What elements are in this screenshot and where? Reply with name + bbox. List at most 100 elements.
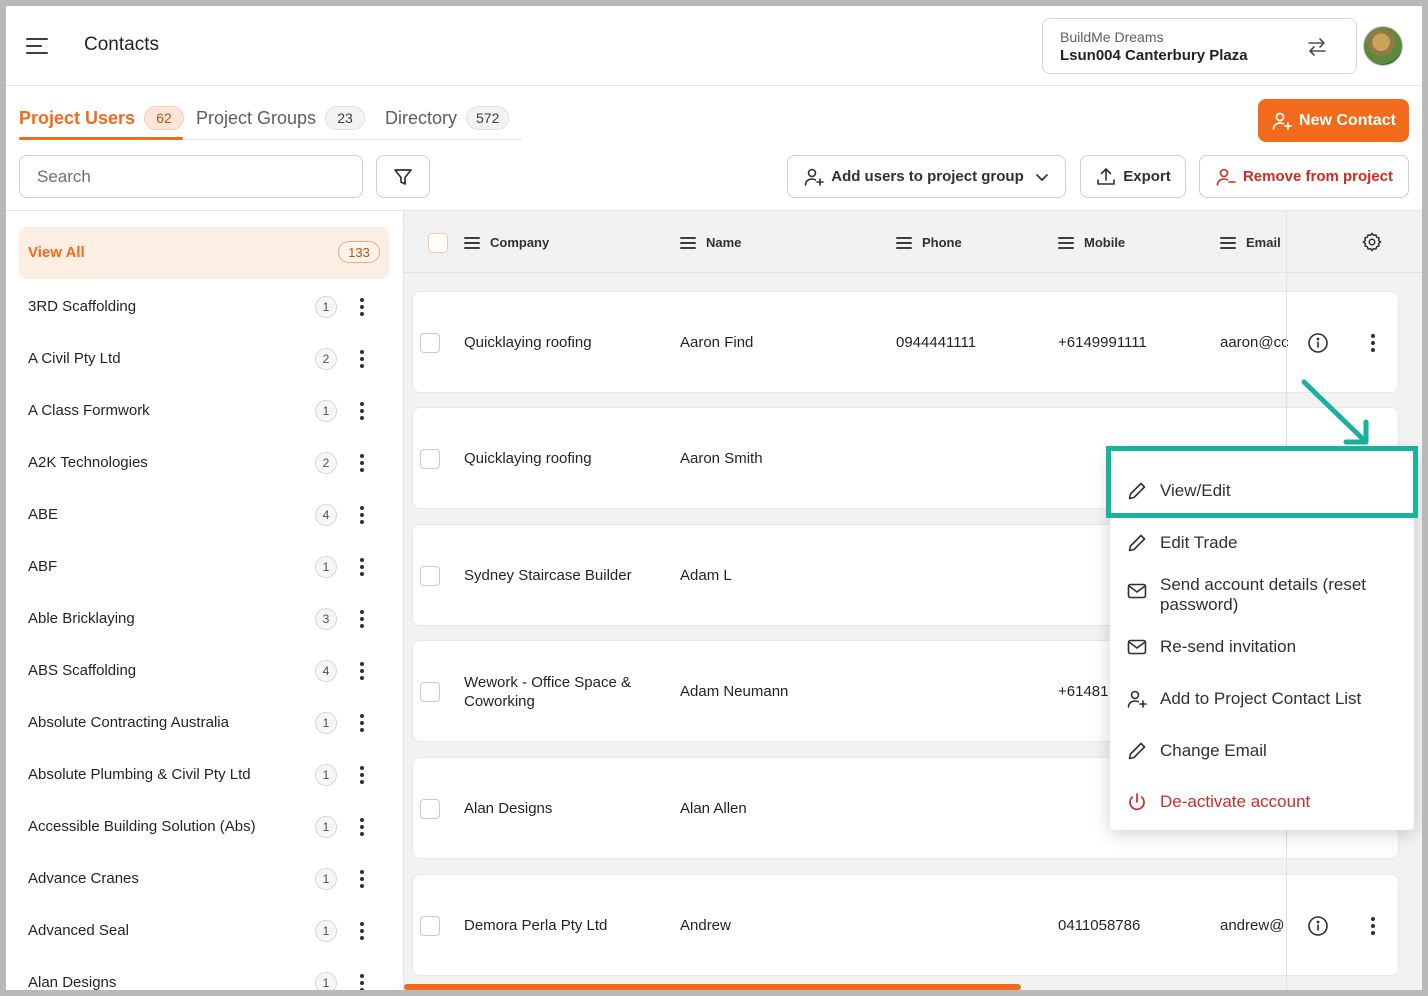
tab-project-users[interactable]: Project Users 62 <box>19 106 185 130</box>
project-org: BuildMe Dreams <box>1060 29 1164 45</box>
sidebar-item[interactable]: Advance Cranes 1 <box>19 853 389 905</box>
menu-item-deactivate-account[interactable]: De-activate account <box>1126 792 1406 813</box>
info-icon[interactable] <box>1307 332 1329 354</box>
new-contact-label: New Contact <box>1299 111 1396 129</box>
more-icon[interactable] <box>355 294 369 320</box>
sidebar-item[interactable]: ABE 4 <box>19 489 389 541</box>
sidebar-item[interactable]: A2K Technologies 2 <box>19 437 389 489</box>
tab-count: 62 <box>144 106 185 130</box>
avatar[interactable] <box>1363 26 1403 66</box>
sidebar-item[interactable]: Alan Designs 1 <box>19 957 389 990</box>
sidebar-item-count: 4 <box>315 504 337 526</box>
select-all-checkbox[interactable] <box>428 233 448 253</box>
table-row[interactable]: Quicklaying roofing Aaron Find 094444111… <box>412 291 1399 393</box>
column-header-email[interactable]: Email <box>1220 235 1281 250</box>
menu-item-edit-trade[interactable]: Edit Trade <box>1126 533 1406 554</box>
more-icon[interactable] <box>355 814 369 840</box>
sidebar-item-view-all[interactable]: View All 133 <box>19 227 389 279</box>
column-header-mobile[interactable]: Mobile <box>1058 235 1125 250</box>
more-icon[interactable] <box>355 450 369 476</box>
filter-button[interactable] <box>376 155 430 198</box>
menu-icon[interactable] <box>25 36 49 56</box>
sidebar-item-count: 4 <box>315 660 337 682</box>
new-contact-button[interactable]: New Contact <box>1258 99 1409 142</box>
row-more-icon[interactable] <box>1366 330 1380 356</box>
export-button[interactable]: Export <box>1080 155 1186 198</box>
cell-name: Andrew <box>680 917 731 934</box>
more-icon[interactable] <box>355 554 369 580</box>
menu-item-resend-invitation[interactable]: Re-send invitation <box>1126 637 1406 658</box>
project-selector[interactable]: BuildMe Dreams Lsun004 Canterbury Plaza <box>1042 18 1357 74</box>
sidebar-item-count: 3 <box>315 608 337 630</box>
menu-item-send-account-details[interactable]: Send account details (reset password) <box>1126 575 1406 615</box>
column-menu-icon <box>680 236 696 249</box>
row-more-icon[interactable] <box>1366 913 1380 939</box>
remove-label: Remove from project <box>1242 168 1394 185</box>
menu-item-add-to-contact-list[interactable]: Add to Project Contact List <box>1126 689 1406 710</box>
more-icon[interactable] <box>355 762 369 788</box>
cell-company: Sydney Staircase Builder <box>464 567 632 584</box>
tab-project-groups[interactable]: Project Groups 23 <box>196 106 366 130</box>
more-icon[interactable] <box>355 606 369 632</box>
sidebar-item[interactable]: A Class Formwork 1 <box>19 385 389 437</box>
top-header: Contacts BuildMe Dreams Lsun004 Canterbu… <box>6 6 1422 86</box>
column-header-company[interactable]: Company <box>464 235 549 250</box>
sidebar-item-label: Able Bricklaying <box>28 610 135 627</box>
column-menu-icon <box>896 236 912 249</box>
upload-icon <box>1097 167 1116 185</box>
column-menu-icon <box>1220 236 1236 249</box>
cell-name: Adam L <box>680 567 732 584</box>
column-menu-icon <box>1058 236 1074 249</box>
column-header-name[interactable]: Name <box>680 235 741 250</box>
row-checkbox[interactable] <box>420 799 440 819</box>
highlight-box <box>1106 446 1418 518</box>
row-checkbox[interactable] <box>420 682 440 702</box>
sidebar-item[interactable]: Absolute Plumbing & Civil Pty Ltd 1 <box>19 749 389 801</box>
table-row[interactable]: Demora Perla Pty Ltd Andrew 0411058786 a… <box>412 874 1399 976</box>
row-checkbox[interactable] <box>420 566 440 586</box>
search-input[interactable]: Search <box>19 155 363 198</box>
sidebar-item[interactable]: Absolute Contracting Australia 1 <box>19 697 389 749</box>
cell-phone: 0944441111 <box>896 334 977 351</box>
app-window: Contacts BuildMe Dreams Lsun004 Canterbu… <box>6 6 1422 990</box>
cell-name: Aaron Find <box>680 334 754 351</box>
more-icon[interactable] <box>355 710 369 736</box>
column-label: Email <box>1246 235 1281 250</box>
row-checkbox[interactable] <box>420 449 440 469</box>
sidebar-item[interactable]: 3RD Scaffolding 1 <box>19 281 389 333</box>
sidebar-item[interactable]: ABF 1 <box>19 541 389 593</box>
menu-item-change-email[interactable]: Change Email <box>1126 741 1406 762</box>
sidebar-item-label: 3RD Scaffolding <box>28 298 137 315</box>
sidebar-item[interactable]: Able Bricklaying 3 <box>19 593 389 645</box>
mail-icon <box>1127 639 1147 655</box>
add-to-group-button[interactable]: Add users to project group <box>787 155 1066 198</box>
more-icon[interactable] <box>355 970 369 990</box>
row-checkbox[interactable] <box>420 916 440 936</box>
row-checkbox[interactable] <box>420 333 440 353</box>
more-icon[interactable] <box>355 398 369 424</box>
sidebar-item[interactable]: Advanced Seal 1 <box>19 905 389 957</box>
remove-from-project-button[interactable]: Remove from project <box>1199 155 1409 198</box>
sidebar-item-count: 1 <box>315 816 337 838</box>
tab-label: Project Groups <box>196 107 317 128</box>
sidebar-item[interactable]: ABS Scaffolding 4 <box>19 645 389 697</box>
info-icon[interactable] <box>1307 915 1329 937</box>
sidebar-item[interactable]: A Civil Pty Ltd 2 <box>19 333 389 385</box>
gear-icon[interactable] <box>1361 231 1383 253</box>
more-icon[interactable] <box>355 918 369 944</box>
column-header-phone[interactable]: Phone <box>896 235 962 250</box>
menu-item-label: Change Email <box>1160 741 1267 760</box>
company-sidebar: View All 133 3RD Scaffolding 1 A Civil P… <box>6 210 402 990</box>
pencil-icon <box>1128 742 1146 760</box>
more-icon[interactable] <box>355 346 369 372</box>
tab-label: Directory <box>385 107 458 128</box>
sidebar-item[interactable]: Accessible Building Solution (Abs) 1 <box>19 801 389 853</box>
more-icon[interactable] <box>355 502 369 528</box>
cell-company: Demora Perla Pty Ltd <box>464 917 608 934</box>
horizontal-scrollbar[interactable] <box>404 984 1021 990</box>
tab-directory[interactable]: Directory 572 <box>385 106 510 130</box>
sidebar-item-label: Advanced Seal <box>28 922 129 939</box>
more-icon[interactable] <box>355 658 369 684</box>
sidebar-item-count: 133 <box>338 241 380 263</box>
more-icon[interactable] <box>355 866 369 892</box>
